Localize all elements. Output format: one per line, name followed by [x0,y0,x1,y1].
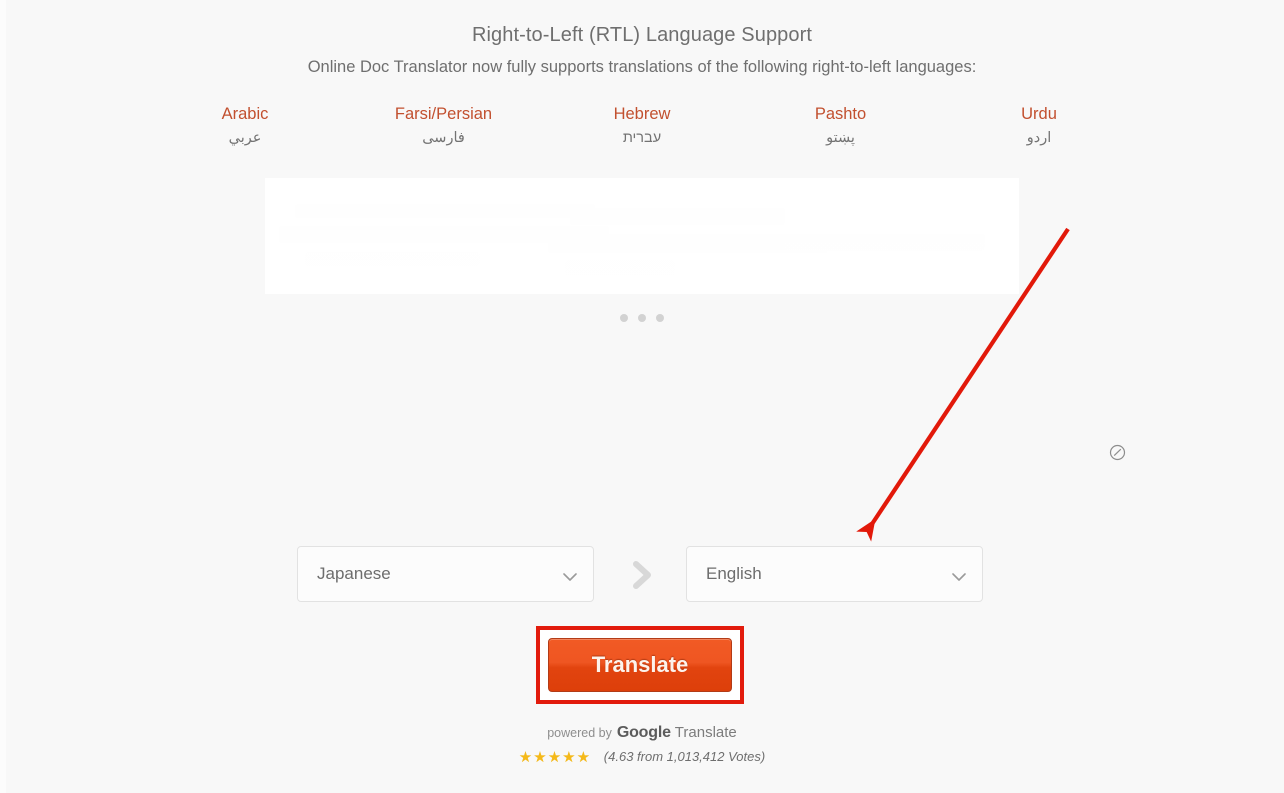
page-subtitle: Online Doc Translator now fully supports… [307,58,977,76]
chevron-down-icon [563,569,577,581]
rtl-language-native: فارسی [422,130,465,146]
rtl-language-farsi: Farsi/Persian فارسی [349,104,539,148]
translate-button[interactable]: Translate [548,638,732,692]
star-rating-icon: ★★★★★ ★★★★★ [518,750,597,765]
chevron-down-icon [952,569,966,581]
chevron-right-icon [624,558,658,592]
rating-row: ★★★★★ ★★★★★ (4.63 from 1,013,412 Votes) [0,749,1284,765]
vote-count-text: (4.63 from 1,013,412 Votes) [603,749,766,764]
carousel-dot-2[interactable] [638,314,646,322]
rtl-language-list: Arabic عربي Farsi/Persian فارسی Hebrew ע… [150,104,1134,148]
carousel-dot-3[interactable] [656,314,664,322]
google-wordmark: Google [616,724,671,741]
rtl-language-name: Farsi/Persian [394,105,493,123]
powered-by-google-translate: powered by Google Translate [0,724,1284,746]
rtl-language-name: Urdu [1021,105,1057,123]
rtl-language-name: Pashto [814,105,867,123]
source-language-select[interactable]: Japanese [297,546,594,602]
rtl-language-pashto: Pashto پښتو [746,104,936,148]
target-language-value: English [706,564,762,583]
source-language-value: Japanese [317,564,391,583]
powered-by-text: powered by [547,726,612,740]
language-selector-row: Japanese English [0,546,1284,604]
rtl-language-native: عربي [228,130,262,146]
rtl-language-urdu: Urdu اردو [944,104,1134,148]
star-rating-filled: ★★★★★ [518,750,589,764]
rtl-language-native: اردو [1026,130,1052,146]
carousel-dots [0,314,1284,322]
carousel-fade-overlay [265,178,1019,294]
translate-wordmark: Translate [674,724,737,741]
red-box-around-translate-button: Translate [536,626,744,704]
rtl-language-native: پښتو [826,130,855,146]
rtl-language-name: Hebrew [613,105,671,123]
rtl-language-name: Arabic [221,105,269,123]
promo-carousel-panel[interactable] [265,178,1019,294]
rtl-language-arabic: Arabic عربي [150,104,340,148]
footer-credits: powered by Google Translate ★★★★★ ★★★★★ … [0,724,1284,765]
rtl-promo-block: Right-to-Left (RTL) Language Support Onl… [0,0,1284,77]
rtl-language-hebrew: Hebrew עברית [547,104,737,148]
adchoices-icon[interactable] [1109,444,1126,461]
target-language-select[interactable]: English [686,546,983,602]
carousel-dot-1[interactable] [620,314,628,322]
rtl-language-native: עברית [622,130,662,146]
page-title: Right-to-Left (RTL) Language Support [471,24,813,46]
page-background: Right-to-Left (RTL) Language Support Onl… [0,0,1284,793]
